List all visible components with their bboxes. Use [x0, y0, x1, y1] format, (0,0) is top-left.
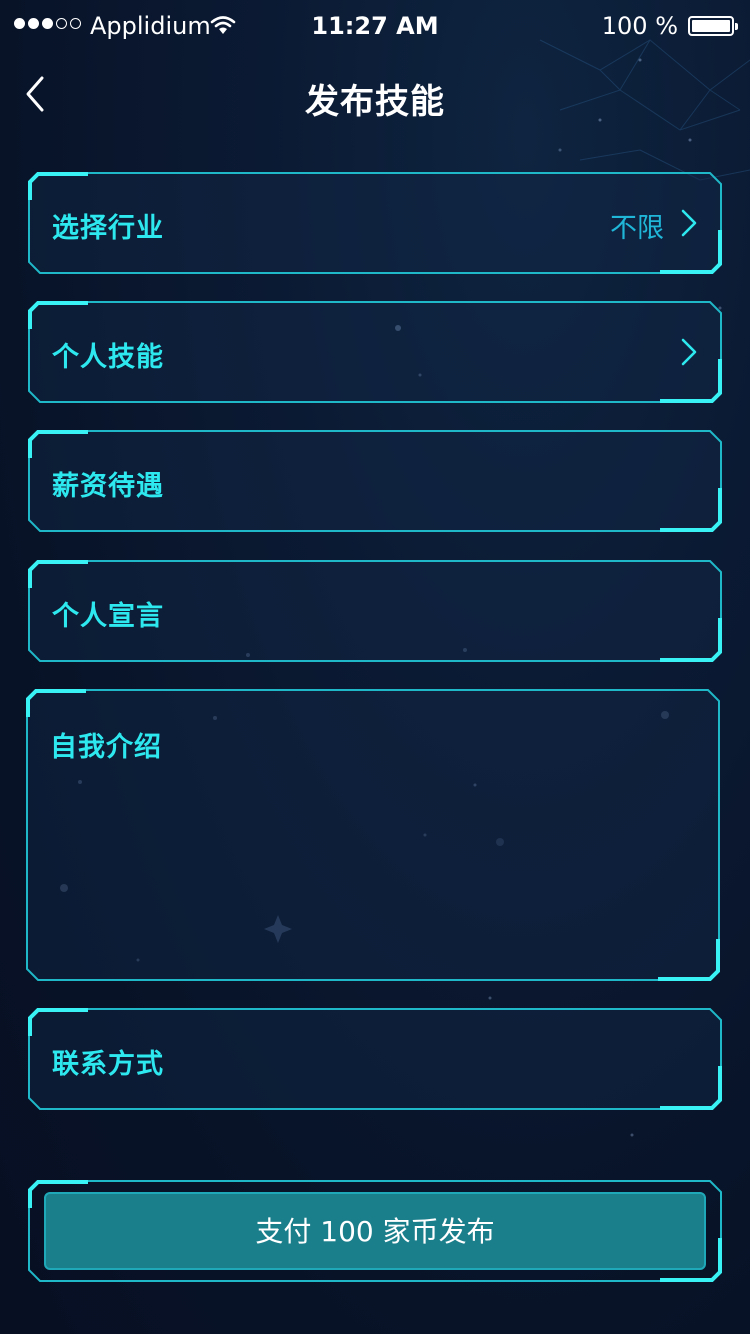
status-bar: Applidium 11:27 AM 100 %: [0, 0, 750, 54]
motto-label: 个人宣言: [52, 601, 164, 632]
industry-value: 不限: [610, 213, 664, 244]
chevron-right-icon: [681, 338, 697, 366]
battery-percentage: 100 %: [601, 12, 678, 40]
salary-field[interactable]: 薪资待遇: [28, 430, 722, 532]
navigation-bar: 发布技能: [0, 58, 750, 138]
skill-selector[interactable]: 个人技能: [28, 301, 722, 403]
intro-textarea[interactable]: 自我介绍: [26, 689, 720, 981]
intro-label: 自我介绍: [50, 732, 162, 763]
industry-label: 选择行业: [52, 213, 164, 244]
industry-selector[interactable]: 选择行业 不限: [28, 172, 722, 274]
submit-container: 支付 100 家币发布: [28, 1180, 722, 1282]
motto-field[interactable]: 个人宣言: [28, 560, 722, 662]
battery-icon: [688, 16, 738, 36]
contact-field[interactable]: 联系方式: [28, 1008, 722, 1110]
pay-publish-button[interactable]: 支付 100 家币发布: [44, 1192, 706, 1270]
skill-label: 个人技能: [52, 342, 164, 373]
chevron-right-icon: [681, 209, 697, 237]
salary-label: 薪资待遇: [52, 471, 164, 502]
page-title: 发布技能: [305, 82, 445, 122]
contact-label: 联系方式: [52, 1049, 164, 1080]
